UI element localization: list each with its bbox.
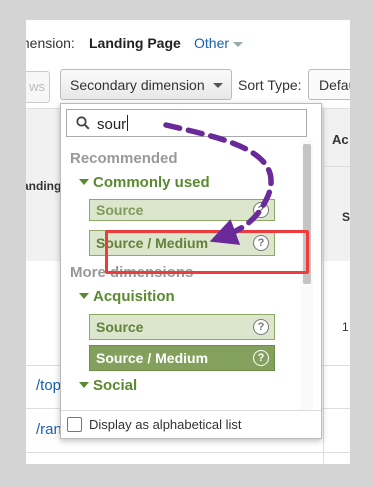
annotation-arrow-icon: [163, 122, 274, 245]
analytics-frame: mension: Landing Page Other ws Secondary…: [26, 20, 350, 464]
